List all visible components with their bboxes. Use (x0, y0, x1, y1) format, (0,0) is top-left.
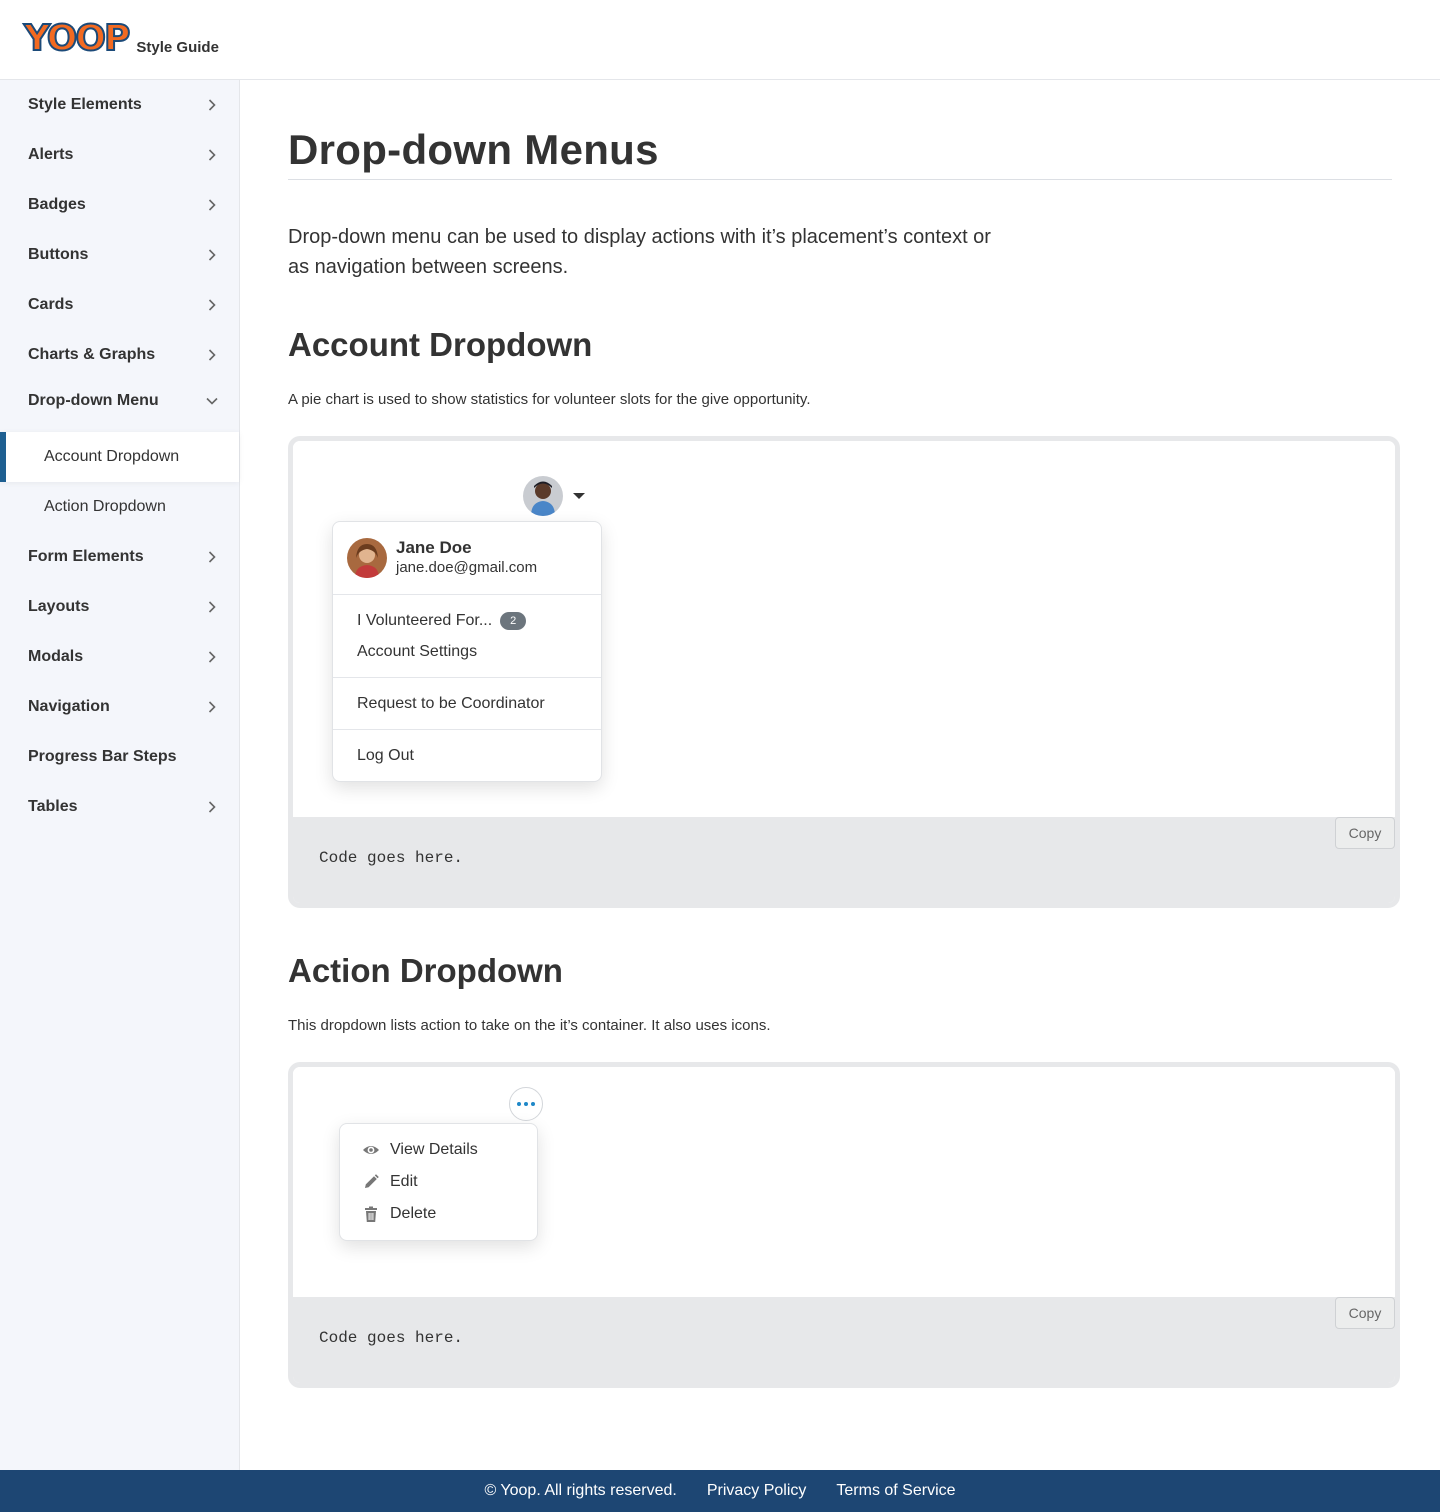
account-header: Jane Doe jane.doe@gmail.com (333, 522, 601, 595)
page-footer: © Yoop. All rights reserved. Privacy Pol… (0, 1470, 1440, 1512)
sidebar-item-label: Progress Bar Steps (28, 748, 177, 765)
sidebar-item-label: Cards (28, 296, 74, 313)
top-header: YOOP Style Guide (0, 0, 1440, 80)
menu-item-view-details[interactable]: View Details (340, 1134, 537, 1166)
menu-section: Request to be Coordinator (333, 678, 601, 730)
logo-subtitle: Style Guide (136, 39, 219, 56)
section-description-account: A pie chart is used to show statistics f… (288, 391, 811, 408)
chevron-right-icon (208, 601, 216, 613)
menu-item-request-coordinator[interactable]: Request to be Coordinator (333, 688, 601, 719)
trash-icon (365, 1206, 377, 1222)
sidebar-item-dropdown-menu[interactable]: Drop-down Menu (0, 380, 239, 422)
sidebar-item-navigation[interactable]: Navigation (0, 682, 239, 732)
eye-icon (363, 1146, 379, 1154)
sidebar-item-label: Alerts (28, 146, 74, 163)
chevron-right-icon (208, 349, 216, 361)
sidebar-item-buttons[interactable]: Buttons (0, 230, 239, 280)
more-dots-icon (517, 1102, 521, 1106)
copy-button[interactable]: Copy (1335, 817, 1395, 849)
sidebar-item-style-elements[interactable]: Style Elements (0, 80, 239, 130)
logo-wordmark: YOOP (23, 18, 131, 59)
chevron-right-icon (208, 149, 216, 161)
footer-link-privacy[interactable]: Privacy Policy (707, 1482, 807, 1500)
sidebar-subitem-action-dropdown[interactable]: Action Dropdown (0, 482, 239, 532)
chevron-right-icon (208, 249, 216, 261)
caret-down-icon (573, 493, 585, 499)
account-email: jane.doe@gmail.com (396, 559, 538, 576)
menu-item-edit[interactable]: Edit (340, 1166, 537, 1198)
pencil-icon (365, 1174, 379, 1188)
code-snippet: Code goes here. (319, 849, 464, 867)
action-demo-box: View Details Edit Delete Copy Code goes … (288, 1062, 1400, 1388)
menu-item-label: I Volunteered For... (357, 611, 493, 629)
avatar (523, 476, 563, 516)
menu-item-delete[interactable]: Delete (340, 1198, 537, 1230)
sidebar-submenu: Account Dropdown Action Dropdown (0, 422, 239, 532)
sidebar-item-modals[interactable]: Modals (0, 632, 239, 682)
copy-button[interactable]: Copy (1335, 1297, 1395, 1329)
chevron-down-icon (206, 397, 218, 405)
sidebar-item-label: Charts & Graphs (28, 346, 156, 363)
menu-item-log-out[interactable]: Log Out (333, 740, 601, 771)
sidebar-item-label: Layouts (28, 598, 90, 615)
sidebar-item-label: Drop-down Menu (28, 392, 159, 409)
account-dropdown-menu: Jane Doe jane.doe@gmail.com I Volunteere… (332, 521, 602, 782)
menu-section: Log Out (333, 730, 601, 781)
sidebar-item-tables[interactable]: Tables (0, 782, 239, 832)
sidebar-subitem-account-dropdown[interactable]: Account Dropdown (0, 432, 239, 482)
chevron-right-icon (208, 801, 216, 813)
chevron-right-icon (208, 701, 216, 713)
sidebar-item-badges[interactable]: Badges (0, 180, 239, 230)
title-divider (288, 179, 1392, 180)
code-snippet: Code goes here. (319, 1329, 464, 1347)
action-dropdown-menu: View Details Edit Delete (339, 1123, 538, 1241)
section-heading-account: Account Dropdown (288, 326, 593, 363)
menu-item-volunteered[interactable]: I Volunteered For... 2 (333, 605, 601, 636)
account-demo-canvas: Jane Doe jane.doe@gmail.com I Volunteere… (293, 441, 1395, 817)
menu-item-account-settings[interactable]: Account Settings (333, 636, 601, 667)
brand-logo[interactable]: YOOP Style Guide (23, 18, 219, 59)
code-block: Copy Code goes here. (293, 817, 1395, 903)
sidebar-item-label: Buttons (28, 246, 89, 263)
sidebar-item-charts[interactable]: Charts & Graphs (0, 330, 239, 380)
page-title: Drop-down Menus (288, 126, 659, 173)
more-actions-button[interactable] (509, 1087, 543, 1121)
sidebar-item-label: Modals (28, 648, 84, 665)
count-badge: 2 (500, 611, 527, 630)
avatar (347, 538, 387, 578)
sidebar-item-label: Tables (28, 798, 78, 815)
sidebar-item-alerts[interactable]: Alerts (0, 130, 239, 180)
sidebar-item-layouts[interactable]: Layouts (0, 582, 239, 632)
chevron-right-icon (208, 99, 216, 111)
sidebar-item-label: Style Elements (28, 96, 142, 113)
sidebar-item-label: Navigation (28, 698, 110, 715)
sidebar-item-label: Badges (28, 196, 86, 213)
footer-copyright: © Yoop. All rights reserved. (484, 1482, 677, 1499)
section-description-action: This dropdown lists action to take on th… (288, 1017, 771, 1034)
page-intro: Drop-down menu can be used to display ac… (288, 226, 991, 278)
account-demo-box: Jane Doe jane.doe@gmail.com I Volunteere… (288, 436, 1400, 908)
code-block: Copy Code goes here. (293, 1297, 1395, 1383)
chevron-right-icon (208, 199, 216, 211)
sidebar-nav: Style Elements Alerts Badges Buttons Car… (0, 80, 240, 1470)
menu-section: I Volunteered For... 2 Account Settings (333, 595, 601, 678)
action-demo-canvas: View Details Edit Delete (293, 1067, 1395, 1297)
sidebar-item-cards[interactable]: Cards (0, 280, 239, 330)
chevron-right-icon (208, 299, 216, 311)
account-dropdown-trigger[interactable] (523, 476, 585, 516)
section-heading-action: Action Dropdown (288, 952, 563, 989)
menu-item-label: View Details (390, 1141, 478, 1158)
sidebar-item-form-elements[interactable]: Form Elements (0, 532, 239, 582)
sidebar-item-progress-bar-steps[interactable]: Progress Bar Steps (0, 732, 239, 782)
footer-link-terms[interactable]: Terms of Service (836, 1482, 955, 1500)
sidebar-item-label: Form Elements (28, 548, 144, 565)
chevron-right-icon (208, 551, 216, 563)
chevron-right-icon (208, 651, 216, 663)
menu-item-label: Delete (390, 1205, 437, 1222)
menu-item-label: Edit (390, 1173, 418, 1190)
account-name: Jane Doe (396, 538, 472, 557)
